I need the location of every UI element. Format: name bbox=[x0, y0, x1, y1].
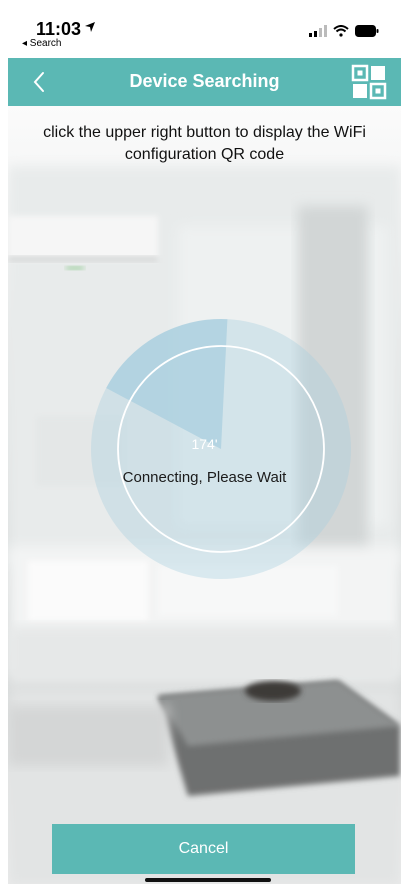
instruction-text: click the upper right button to display … bbox=[43, 124, 366, 163]
status-time: 11:03 bbox=[36, 19, 82, 39]
home-indicator bbox=[145, 878, 271, 882]
qr-code-icon bbox=[351, 64, 387, 100]
content-area: click the upper right button to display … bbox=[8, 106, 401, 884]
cancel-button[interactable]: Cancel bbox=[52, 824, 355, 874]
back-to-search-link[interactable]: ◂ Search bbox=[22, 38, 61, 49]
page-title: Device Searching bbox=[129, 71, 280, 91]
status-bar: 11:03 ◂ Search bbox=[8, 8, 401, 49]
qr-code-button[interactable] bbox=[351, 64, 387, 100]
connection-status-text: Connecting, Please Wait bbox=[122, 469, 287, 486]
elapsed-count: 174' bbox=[191, 436, 218, 452]
location-arrow-icon bbox=[84, 20, 96, 38]
battery-icon bbox=[355, 24, 379, 42]
navigation-bar: Device Searching bbox=[8, 58, 401, 106]
signal-icon bbox=[309, 24, 327, 42]
wifi-icon bbox=[333, 24, 349, 42]
